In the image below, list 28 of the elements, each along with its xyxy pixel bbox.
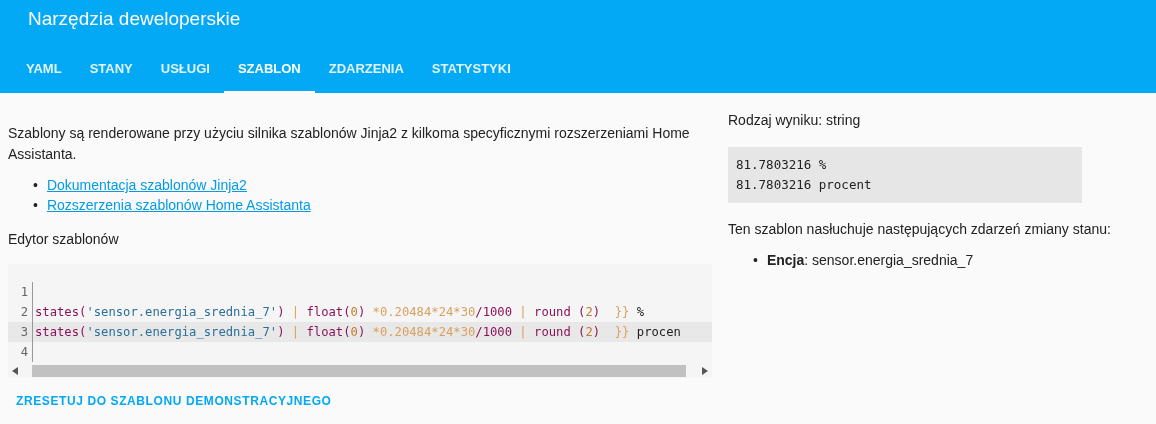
doc-link[interactable]: Rozszerzenia szablonów Home Assistanta (46, 195, 311, 215)
scroll-right-icon[interactable] (702, 367, 708, 375)
tab[interactable]: STANY (75, 47, 147, 93)
code-line: states('sensor.energia_srednia_7') | float(0) *0.20484*24*30/1000 | round (2) }} procen (34, 324, 681, 341)
scroll-left-icon[interactable] (12, 367, 18, 375)
tab[interactable]: SZABLON (223, 47, 315, 93)
line-number: 1 (8, 282, 33, 302)
editor-label: Edytor szablonów (8, 230, 120, 249)
tab[interactable]: USŁUGI (146, 47, 224, 93)
line-number: 3 (8, 322, 33, 342)
tab[interactable]: STATYSTYKI (417, 47, 525, 93)
code-line: states('sensor.energia_srednia_7') | float(0) *0.20484*24*30/1000 | round (2) }} % (34, 304, 645, 321)
line-number: 4 (8, 342, 33, 362)
bullet: • (753, 251, 758, 270)
listener-item: Encja: sensor.energia_srednia_7 (766, 251, 974, 270)
result-type-text: Rodzaj wyniku: string (728, 111, 862, 130)
result-output: 81.7803216 % 81.7803216 procent (728, 147, 1082, 203)
tab[interactable]: YAML (12, 47, 76, 93)
bullet: • (33, 196, 38, 215)
bullet: • (33, 176, 38, 195)
scrollbar-thumb[interactable] (32, 365, 686, 377)
code-editor[interactable]: 1 2 states('sensor.energia_srednia_7') | float(0) *0.20484*24*30/1000 | round (2) }} % 3 states('sensor.energia_srednia_7') | float(0) *0.20484*24*30/1000 | round (2) }} procen 4 (8, 264, 712, 378)
reset-button[interactable]: ZRESETUJ DO SZABLONU DEMONSTRACYJNEGO (8, 388, 340, 414)
doc-link[interactable]: Dokumentacja szablonów Jinja2 (46, 175, 247, 195)
intro-text: Szablony są renderowane przy użyciu silnika szablonów Jinja2 z kilkoma specyficznymi rozszerzeniami Home Assistanta. (8, 124, 691, 164)
tab[interactable]: ZDARZENIA (314, 47, 418, 93)
listeners-text: Ten szablon nasłuchuje następujących zdarzeń zmiany stanu: (728, 220, 1112, 239)
page-title: Narzędzia deweloperskie (27, 7, 242, 31)
